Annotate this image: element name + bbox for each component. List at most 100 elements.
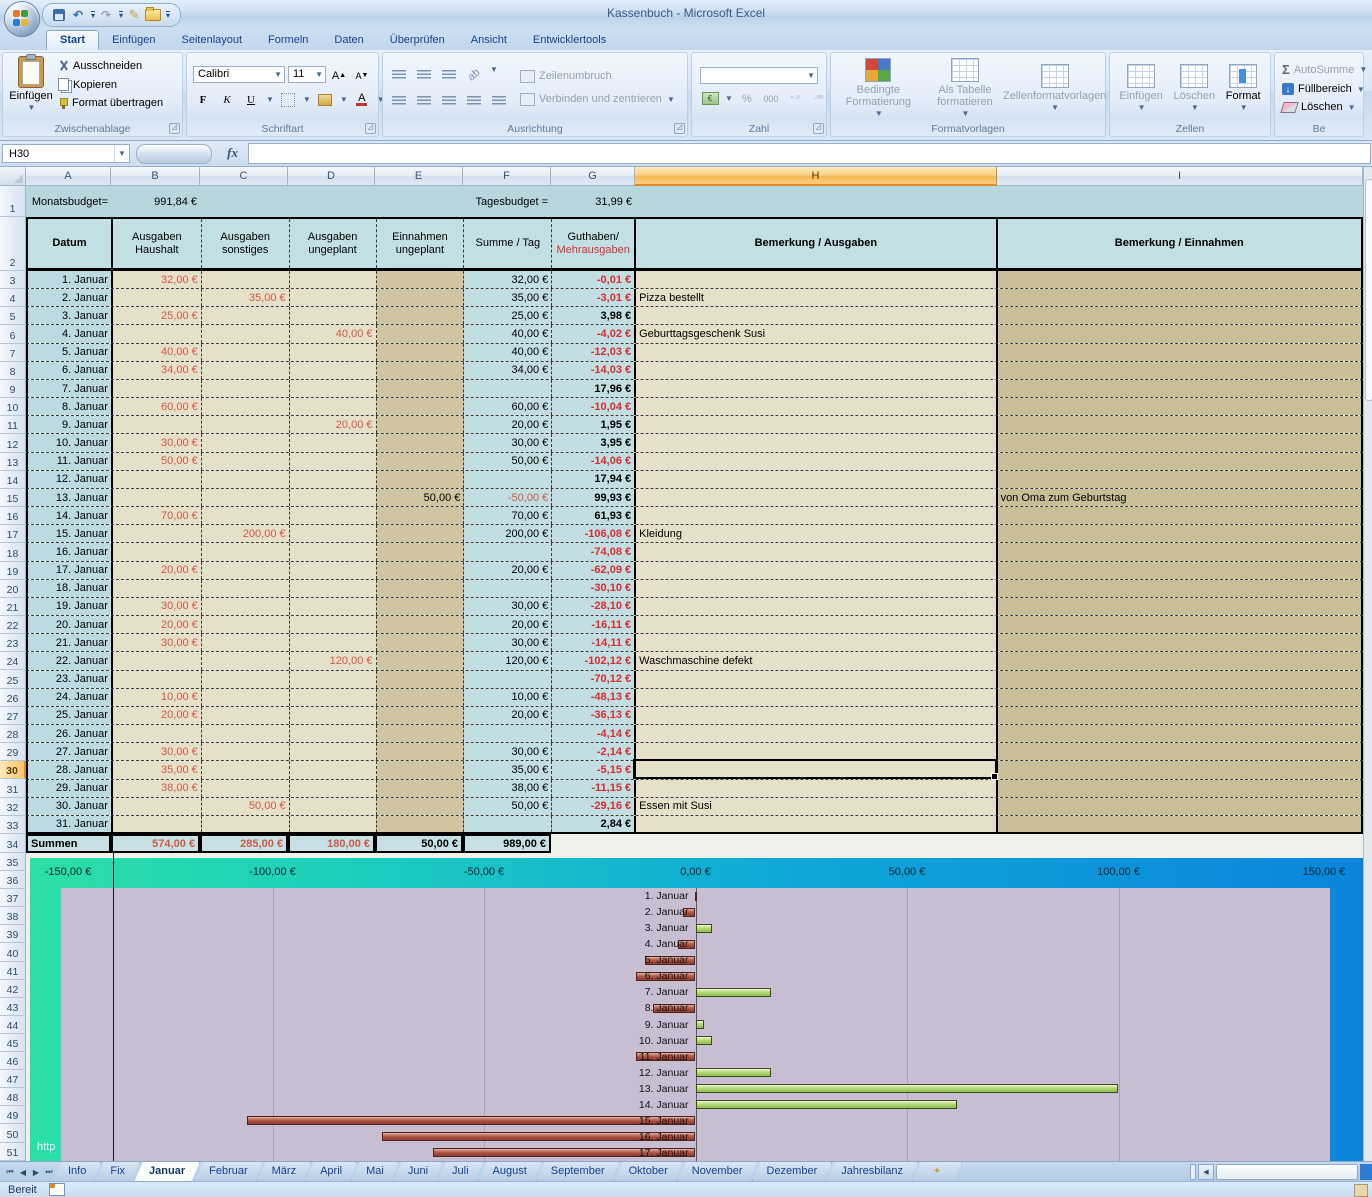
header-cell-A[interactable]: Datum bbox=[28, 219, 113, 268]
font-color-button[interactable]: A bbox=[352, 90, 372, 110]
grid-cell-I21[interactable] bbox=[998, 598, 1363, 615]
column-header-F[interactable]: F bbox=[463, 167, 551, 186]
grid-cell-A21[interactable]: 19. Januar bbox=[28, 598, 113, 615]
grid-cell-E27[interactable] bbox=[377, 707, 465, 724]
grid-cell-B31[interactable]: 38,00 € bbox=[113, 780, 202, 797]
grid-cell-I32[interactable] bbox=[998, 798, 1363, 815]
sheet-tab-april[interactable]: April bbox=[305, 1162, 357, 1182]
grid-cell-F25[interactable] bbox=[464, 671, 552, 688]
row-header-14[interactable]: 14 bbox=[0, 471, 26, 489]
grid-cell-F5[interactable]: 25,00 € bbox=[464, 307, 552, 324]
grid-cell-A16[interactable]: 14. Januar bbox=[28, 507, 113, 524]
chart-bar[interactable] bbox=[696, 924, 713, 933]
row-header-7[interactable]: 7 bbox=[0, 344, 26, 362]
grid-cell-B5[interactable]: 25,00 € bbox=[113, 307, 202, 324]
grid-cell-G31[interactable]: -11,15 € bbox=[552, 780, 636, 797]
sheet-tab-dezember[interactable]: Dezember bbox=[752, 1162, 833, 1182]
grid-cell-H14[interactable] bbox=[636, 471, 997, 488]
grid-cell-C7[interactable] bbox=[202, 344, 290, 361]
sum-cell-F[interactable]: 989,00 € bbox=[463, 834, 551, 853]
first-sheet-icon[interactable]: ⏮ bbox=[4, 1165, 16, 1179]
grid-cell-A5[interactable]: 3. Januar bbox=[28, 307, 113, 324]
grid-cell-B25[interactable] bbox=[113, 671, 202, 688]
format-painter-button[interactable]: Format übertragen bbox=[55, 96, 166, 110]
column-header-E[interactable]: E bbox=[375, 167, 463, 186]
grid-cell-A6[interactable]: 4. Januar bbox=[28, 325, 113, 342]
row-header-37[interactable]: 37 bbox=[0, 889, 26, 907]
grid-cell-A9[interactable]: 7. Januar bbox=[28, 380, 113, 397]
row-header-20[interactable]: 20 bbox=[0, 580, 26, 598]
grid-cell-A19[interactable]: 17. Januar bbox=[28, 562, 113, 579]
grid-cell-B20[interactable] bbox=[113, 580, 202, 597]
grid-cell-A23[interactable]: 21. Januar bbox=[28, 634, 113, 651]
row-header-30[interactable]: 30 bbox=[0, 761, 26, 779]
grid-cell-C15[interactable] bbox=[202, 489, 290, 506]
grid-cell-F3[interactable]: 32,00 € bbox=[464, 271, 552, 288]
grid-cell-H22[interactable] bbox=[636, 616, 997, 633]
grid-cell-C30[interactable] bbox=[202, 761, 290, 778]
grid-cell-F23[interactable]: 30,00 € bbox=[464, 634, 552, 651]
grid-cell-F18[interactable] bbox=[464, 543, 552, 560]
row-header-47[interactable]: 47 bbox=[0, 1070, 26, 1088]
grid-cell-E13[interactable] bbox=[377, 453, 465, 470]
grid-cell-A7[interactable]: 5. Januar bbox=[28, 344, 113, 361]
grid-cell-E14[interactable] bbox=[377, 471, 465, 488]
grid-cell-E3[interactable] bbox=[377, 271, 465, 288]
grid-cell-D24[interactable]: 120,00 € bbox=[290, 652, 377, 669]
grid-cell-C29[interactable] bbox=[202, 743, 290, 760]
select-all-corner[interactable] bbox=[0, 167, 26, 186]
grid-cell-G7[interactable]: -12,03 € bbox=[552, 344, 636, 361]
align-left-button[interactable] bbox=[389, 91, 409, 111]
grid-cell-C19[interactable] bbox=[202, 562, 290, 579]
sum-cell-E[interactable]: 50,00 € bbox=[375, 834, 463, 853]
header-cell-E[interactable]: Einnahmen ungeplant bbox=[377, 219, 465, 268]
grid-cell-B9[interactable] bbox=[113, 380, 202, 397]
grid-cell-G3[interactable]: -0,01 € bbox=[552, 271, 636, 288]
grid-cell-G12[interactable]: 3,95 € bbox=[552, 434, 636, 451]
grid-cell-D4[interactable] bbox=[290, 289, 377, 306]
chart-bar[interactable] bbox=[696, 1036, 713, 1045]
ribbon-tab-seitenlayout[interactable]: Seitenlayout bbox=[169, 31, 256, 50]
grid-cell-I28[interactable] bbox=[998, 725, 1363, 742]
sheet-tab-september[interactable]: September bbox=[536, 1162, 620, 1182]
row-header-34[interactable]: 34 bbox=[0, 834, 26, 853]
grid-cell-H29[interactable] bbox=[636, 743, 997, 760]
grid-cell-D23[interactable] bbox=[290, 634, 377, 651]
grid-cell-D21[interactable] bbox=[290, 598, 377, 615]
ribbon-tab-formeln[interactable]: Formeln bbox=[255, 31, 321, 50]
grid-cell-B15[interactable] bbox=[113, 489, 202, 506]
grid-cell-D18[interactable] bbox=[290, 543, 377, 560]
merge-center-button[interactable]: Verbinden und zentrieren▼ bbox=[517, 92, 678, 107]
format-cells-button[interactable]: Format▼ bbox=[1226, 61, 1261, 114]
grid-cell-E22[interactable] bbox=[377, 616, 465, 633]
grid-cell-A22[interactable]: 20. Januar bbox=[28, 616, 113, 633]
ribbon-tab-daten[interactable]: Daten bbox=[321, 31, 376, 50]
grid-cell-F4[interactable]: 35,00 € bbox=[464, 289, 552, 306]
grid-cell-G25[interactable]: -70,12 € bbox=[552, 671, 636, 688]
grid-cell-F29[interactable]: 30,00 € bbox=[464, 743, 552, 760]
grid-cell-B28[interactable] bbox=[113, 725, 202, 742]
paste-dropdown-icon[interactable]: ▼ bbox=[28, 102, 36, 114]
grid-cell-B17[interactable] bbox=[113, 525, 202, 542]
grid-cell-C6[interactable] bbox=[202, 325, 290, 342]
grid-cell-H13[interactable] bbox=[636, 453, 997, 470]
grid-cell-F21[interactable]: 30,00 € bbox=[464, 598, 552, 615]
header-cell-G[interactable]: Guthaben/Mehrausgaben bbox=[552, 219, 636, 268]
grid-cell-A15[interactable]: 13. Januar bbox=[28, 489, 113, 506]
grid-cell-I14[interactable] bbox=[998, 471, 1363, 488]
row-header-10[interactable]: 10 bbox=[0, 398, 26, 416]
grid-cell-F28[interactable] bbox=[464, 725, 552, 742]
macro-record-icon[interactable] bbox=[49, 1183, 65, 1196]
font-size-combo[interactable]: 11▼ bbox=[288, 66, 326, 83]
grid-cell-D30[interactable] bbox=[290, 761, 377, 778]
next-sheet-icon[interactable]: ▶ bbox=[30, 1165, 42, 1179]
grid-cell-H6[interactable]: Geburttagsgeschenk Susi bbox=[636, 325, 997, 342]
grid-cell-C9[interactable] bbox=[202, 380, 290, 397]
grid-cell-I16[interactable] bbox=[998, 507, 1363, 524]
grid-cell-B21[interactable]: 30,00 € bbox=[113, 598, 202, 615]
grid-cell-D27[interactable] bbox=[290, 707, 377, 724]
grid-cell-E24[interactable] bbox=[377, 652, 465, 669]
grid-cell-C5[interactable] bbox=[202, 307, 290, 324]
grid-cell-C17[interactable]: 200,00 € bbox=[202, 525, 290, 542]
grid-cell-A31[interactable]: 29. Januar bbox=[28, 780, 113, 797]
